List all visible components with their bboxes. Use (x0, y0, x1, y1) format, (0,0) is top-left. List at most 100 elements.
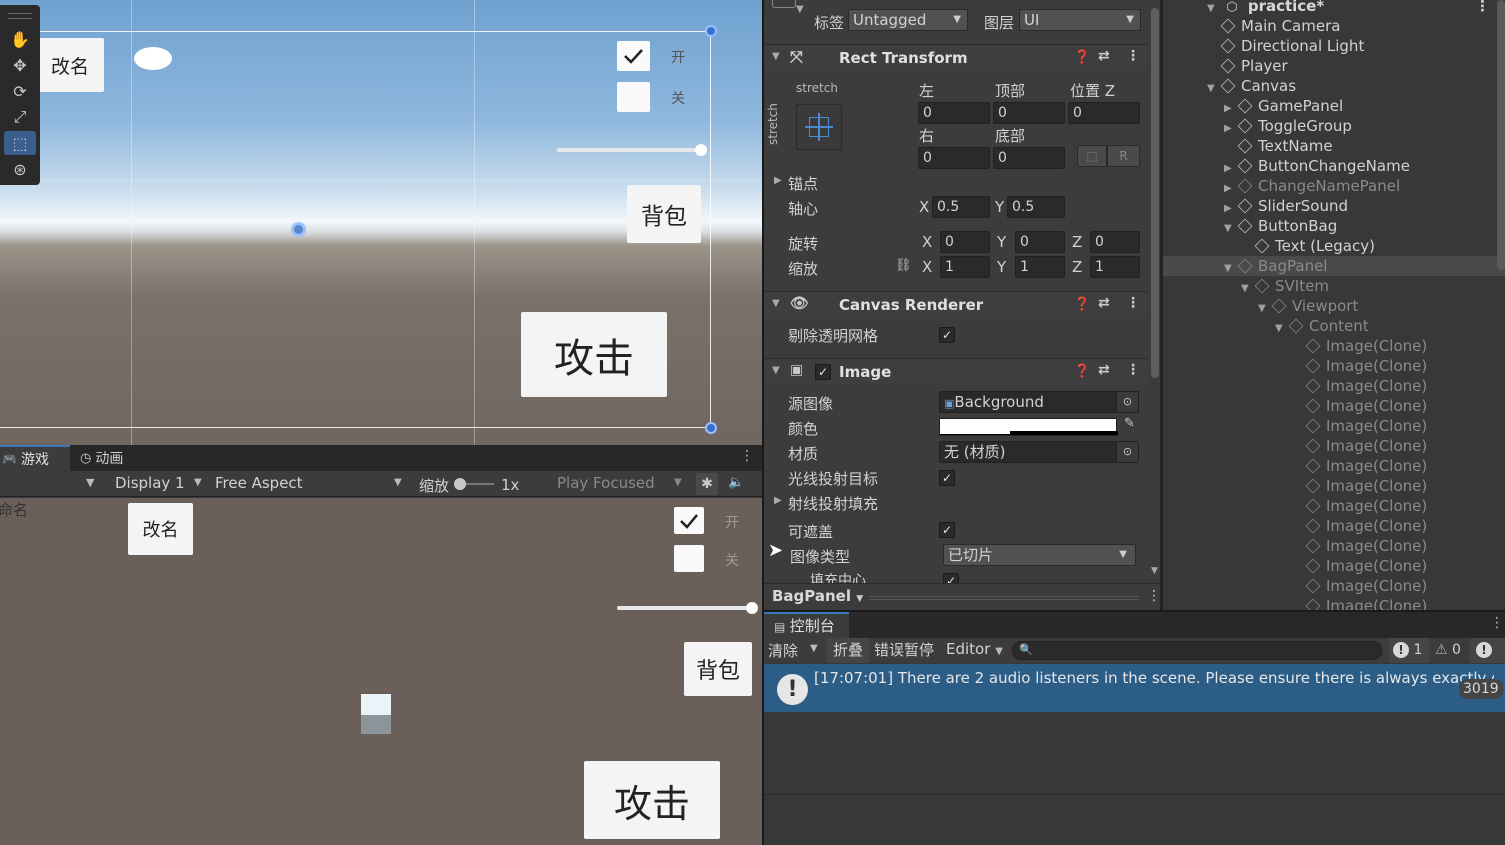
toggle-off-checkbox[interactable] (617, 82, 650, 112)
editor-dropdown[interactable]: Editor ▼ (946, 640, 1003, 658)
object-picker-icon[interactable]: ⊙ (1116, 442, 1138, 462)
hierarchy-scene-row[interactable]: ▼ ⬡ practice* ⋮ (1163, 0, 1505, 16)
pivot-handle[interactable] (291, 222, 306, 237)
slider-handle[interactable] (746, 602, 758, 614)
right-field[interactable]: 0 (918, 147, 990, 169)
hierarchy-item[interactable]: Image(Clone) (1163, 476, 1505, 496)
hierarchy-item[interactable]: Directional Light (1163, 36, 1505, 56)
hierarchy-item[interactable]: TextName (1163, 136, 1505, 156)
source-image-field[interactable]: ▣Background ⊙ (939, 391, 1139, 413)
rect-transform-header[interactable]: ▼ ⤧ Rect Transform ❓ ⇄ ⋮ (764, 44, 1148, 70)
rename-button[interactable]: 改名 (36, 38, 104, 92)
scroll-down-icon[interactable]: ▼ (1151, 566, 1158, 576)
hierarchy-item[interactable]: ▶ SliderSound (1163, 196, 1505, 216)
help-icon[interactable]: ❓ (1074, 297, 1090, 312)
cull-checkbox[interactable]: ✓ (939, 327, 955, 343)
slider-handle[interactable] (695, 144, 707, 156)
attack-button[interactable]: 攻击 (521, 312, 667, 397)
kebab-menu-icon[interactable]: ⋮ (1126, 362, 1140, 378)
help-icon[interactable]: ❓ (1074, 50, 1090, 65)
bug-icon[interactable]: ✱ (696, 473, 718, 495)
error-pause-button[interactable]: 错误暂停 (870, 638, 942, 663)
hand-tool-icon[interactable]: ✋ (4, 27, 36, 51)
console-detail-divider[interactable] (764, 794, 1505, 795)
hierarchy-item[interactable]: Image(Clone) (1163, 396, 1505, 416)
clear-options-dropdown[interactable]: ▼ (810, 643, 818, 654)
bag-button[interactable]: 背包 (684, 642, 752, 696)
eyedropper-icon[interactable]: ✎ (1119, 416, 1140, 436)
color-field[interactable] (939, 418, 1118, 436)
rect-handle[interactable] (705, 25, 717, 37)
hierarchy-item[interactable]: Image(Clone) (1163, 576, 1505, 596)
transform-tool-icon[interactable]: ⊛ (4, 157, 36, 181)
anchors-label[interactable]: 锚点 (788, 173, 818, 194)
scale-slider-handle[interactable] (454, 478, 466, 490)
warning-filter-button[interactable]: ⚠ 0 (1432, 638, 1466, 663)
fill-center-checkbox[interactable]: ✓ (943, 573, 959, 583)
image-enabled-checkbox[interactable]: ✓ (815, 364, 831, 380)
rotate-tool-icon[interactable]: ⟳ (4, 79, 36, 103)
help-icon[interactable]: ❓ (1074, 364, 1090, 379)
hierarchy-item[interactable]: Image(Clone) (1163, 456, 1505, 476)
hierarchy-item[interactable]: ▼ Content (1163, 316, 1505, 336)
hierarchy-item[interactable]: ▼ ButtonBag (1163, 216, 1505, 236)
attack-button[interactable]: 攻击 (584, 761, 720, 839)
aspect-dropdown[interactable]: Free Aspect ▼ (208, 471, 408, 497)
hierarchy-item[interactable]: ▼ Viewport (1163, 296, 1505, 316)
hierarchy-item[interactable]: ▶ GamePanel (1163, 96, 1505, 116)
hierarchy-item[interactable]: Main Camera (1163, 16, 1505, 36)
volume-slider[interactable] (557, 144, 707, 156)
kebab-menu-icon[interactable]: ⋮ (1126, 48, 1140, 64)
play-mode-dropdown[interactable]: Play Focused ▼ (550, 471, 690, 497)
object-picker-icon[interactable]: ⊙ (1116, 392, 1138, 412)
scale-z-field[interactable]: 1 (1090, 256, 1140, 278)
kebab-menu-icon[interactable]: ⋮ (1490, 615, 1504, 631)
kebab-menu-icon[interactable]: ⋮ (1147, 588, 1161, 604)
kebab-menu-icon[interactable]: ⋮ (1126, 295, 1140, 311)
chevron-down-icon[interactable]: ▼ (796, 4, 804, 15)
game-mode-dropdown[interactable]: ▼ (86, 476, 94, 489)
left-field[interactable]: 0 (918, 102, 990, 124)
rename-button[interactable]: 改名 (128, 503, 193, 555)
rot-x-field[interactable]: 0 (940, 231, 990, 253)
speaker-icon[interactable]: 🔈 (728, 475, 744, 490)
scale-tool-icon[interactable]: ⤢ (4, 105, 36, 129)
image-header[interactable]: ▼ ▣ ✓ Image ❓ ⇄ ⋮ (764, 358, 1148, 384)
hierarchy-item[interactable]: Image(Clone) (1163, 496, 1505, 516)
preset-icon[interactable]: ⇄ (1098, 48, 1110, 64)
blueprint-mode-button[interactable]: ⬚ (1077, 145, 1107, 167)
pivot-x-field[interactable]: 0.5 (932, 196, 990, 218)
console-search-input[interactable]: 🔍 (1012, 641, 1382, 660)
anchors-foldout-arrow[interactable]: ▶ (774, 175, 782, 186)
scale-x-field[interactable]: 1 (940, 256, 990, 278)
hierarchy-item[interactable]: Image(Clone) (1163, 416, 1505, 436)
hierarchy-item[interactable]: Player (1163, 56, 1505, 76)
hierarchy-scrollbar[interactable] (1497, 0, 1505, 270)
hierarchy-item[interactable]: ▶ ButtonChangeName (1163, 156, 1505, 176)
hierarchy-item[interactable]: Image(Clone) (1163, 336, 1505, 356)
raw-edit-button[interactable]: R (1107, 145, 1140, 167)
console-message-row[interactable]: ! [17:07:01] There are 2 audio listeners… (764, 664, 1505, 712)
hierarchy-item[interactable]: Image(Clone) (1163, 596, 1505, 610)
scale-y-field[interactable]: 1 (1015, 256, 1065, 278)
raycast-target-checkbox[interactable]: ✓ (939, 470, 955, 486)
maskable-checkbox[interactable]: ✓ (939, 522, 955, 538)
link-broken-icon[interactable]: ⛓ (895, 258, 912, 273)
clear-button[interactable]: 清除 (768, 640, 798, 661)
move-tool-icon[interactable]: ✥ (4, 53, 36, 77)
raycast-padding-label[interactable]: 射线投射填充 (788, 493, 878, 514)
image-type-dropdown[interactable]: 已切片 ▼ (943, 544, 1136, 566)
hierarchy-item[interactable]: ▼ BagPanel (1163, 256, 1505, 276)
toggle-on-checkbox[interactable] (674, 507, 704, 534)
scrollbar-thumb[interactable] (1151, 8, 1159, 378)
hierarchy-item[interactable]: Image(Clone) (1163, 376, 1505, 396)
pivot-y-field[interactable]: 0.5 (1007, 196, 1065, 218)
display-dropdown[interactable]: Display 1 ▼ (106, 471, 206, 497)
tag-dropdown[interactable]: Untagged ▼ (848, 9, 968, 31)
bottom-field[interactable]: 0 (993, 147, 1065, 169)
collapse-button[interactable]: 折叠 (827, 638, 869, 663)
hierarchy-item[interactable]: ▶ ChangeNamePanel (1163, 176, 1505, 196)
hierarchy-item[interactable]: ▼ SVItem (1163, 276, 1505, 296)
preset-icon[interactable]: ⇄ (1098, 295, 1110, 311)
canvas-renderer-header[interactable]: ▼ 👁 Canvas Renderer ❓ ⇄ ⋮ (764, 291, 1148, 317)
